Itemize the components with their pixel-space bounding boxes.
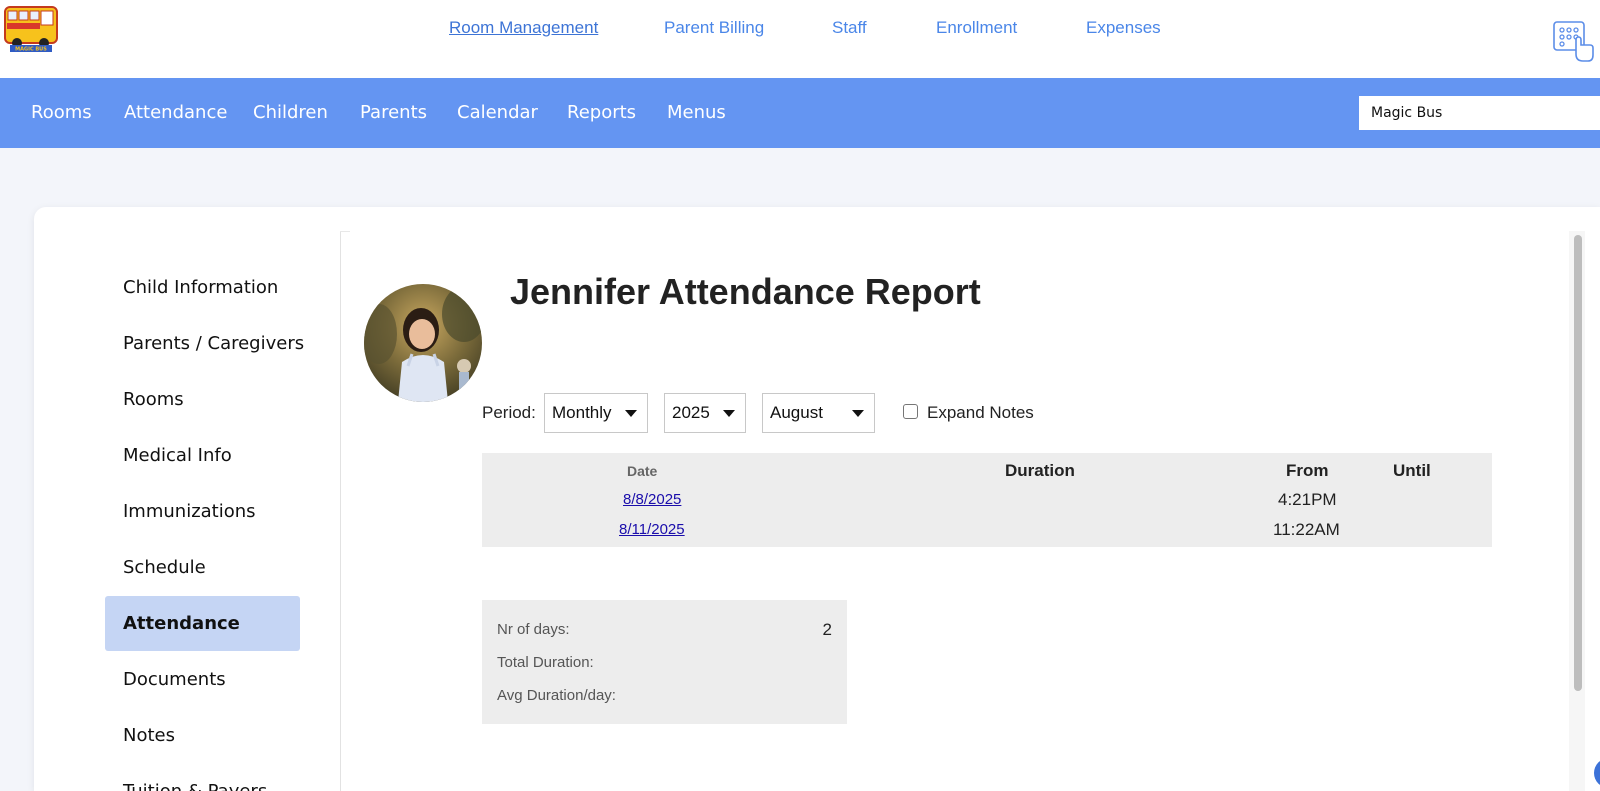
main-nav-bar: Rooms Attendance Children Parents Calend… (0, 78, 1600, 148)
svg-text:MAGIC BUS: MAGIC BUS (15, 47, 47, 53)
sidebar-item-notes[interactable]: Notes (105, 708, 300, 763)
panel-corner (340, 231, 350, 241)
school-select[interactable]: Magic Bus (1359, 96, 1600, 130)
month-select-value: August (770, 403, 823, 422)
top-link-staff[interactable]: Staff (832, 18, 867, 38)
row-from: 11:22AM (1273, 520, 1340, 539)
nav-item-menus[interactable]: Menus (667, 102, 726, 123)
sidebar-item-parents-caregivers[interactable]: Parents / Caregivers (105, 316, 304, 371)
row-date-link[interactable]: 8/11/2025 (619, 521, 685, 538)
nr-days-label: Nr of days: (497, 621, 570, 638)
sidebar-item-medical-info[interactable]: Medical Info (105, 428, 300, 483)
scrollbar-thumb[interactable] (1574, 235, 1582, 691)
month-select[interactable]: August (762, 393, 875, 433)
sidebar-item-attendance[interactable]: Attendance (105, 596, 300, 651)
nav-item-attendance[interactable]: Attendance (124, 102, 227, 123)
year-select[interactable]: 2025 (664, 393, 746, 433)
chevron-down-icon (852, 410, 864, 417)
nav-item-children[interactable]: Children (253, 102, 328, 123)
column-header-duration: Duration (1005, 461, 1075, 480)
period-select-value: Monthly (552, 403, 612, 422)
year-select-value: 2025 (672, 403, 710, 422)
avg-duration-label: Avg Duration/day: (497, 687, 616, 704)
expand-notes-checkbox[interactable] (903, 404, 918, 419)
nav-item-reports[interactable]: Reports (567, 102, 636, 123)
nr-days-value: 2 (822, 620, 832, 639)
sidebar-item-schedule[interactable]: Schedule (105, 540, 300, 595)
column-header-date: Date (627, 463, 658, 479)
top-link-room-management[interactable]: Room Management (449, 18, 598, 38)
top-link-expenses[interactable]: Expenses (1086, 18, 1161, 38)
period-select[interactable]: Monthly (544, 393, 648, 433)
column-header-from: From (1286, 461, 1329, 480)
content-card: Child Information Parents / Caregivers R… (34, 207, 1600, 791)
top-link-parent-billing[interactable]: Parent Billing (664, 18, 764, 38)
chevron-down-icon (625, 410, 637, 417)
nav-item-parents[interactable]: Parents (360, 102, 427, 123)
expand-notes-label: Expand Notes (927, 403, 1034, 422)
sidebar-item-immunizations[interactable]: Immunizations (105, 484, 300, 539)
column-header-until: Until (1393, 461, 1431, 480)
period-label: Period: (482, 403, 536, 422)
total-duration-label: Total Duration: (497, 654, 594, 671)
child-avatar (364, 284, 482, 402)
sidebar-item-rooms[interactable]: Rooms (105, 372, 300, 427)
nav-item-calendar[interactable]: Calendar (457, 102, 538, 123)
row-from: 4:21PM (1278, 490, 1337, 509)
top-bar: MAGIC BUS Room Management Parent Billing… (0, 0, 1600, 78)
chevron-down-icon (723, 410, 735, 417)
attendance-summary: Nr of days: 2 Total Duration: Avg Durati… (482, 600, 847, 724)
top-link-enrollment[interactable]: Enrollment (936, 18, 1017, 38)
sidebar-item-child-information[interactable]: Child Information (105, 260, 300, 315)
sidebar-item-documents[interactable]: Documents (105, 652, 300, 707)
report-title: Jennifer Attendance Report (510, 271, 981, 312)
app-grid-touch-icon[interactable] (1552, 18, 1594, 64)
top-links: Room Management Parent Billing Staff Enr… (0, 18, 1600, 42)
sidebar-item-tuition-payers[interactable]: Tuition & Payers (105, 764, 300, 791)
nav-item-rooms[interactable]: Rooms (31, 102, 92, 123)
attendance-table: Date Duration From Until 8/8/2025 4:21PM… (482, 453, 1492, 547)
panel-divider (340, 231, 341, 791)
row-date-link[interactable]: 8/8/2025 (623, 491, 681, 508)
